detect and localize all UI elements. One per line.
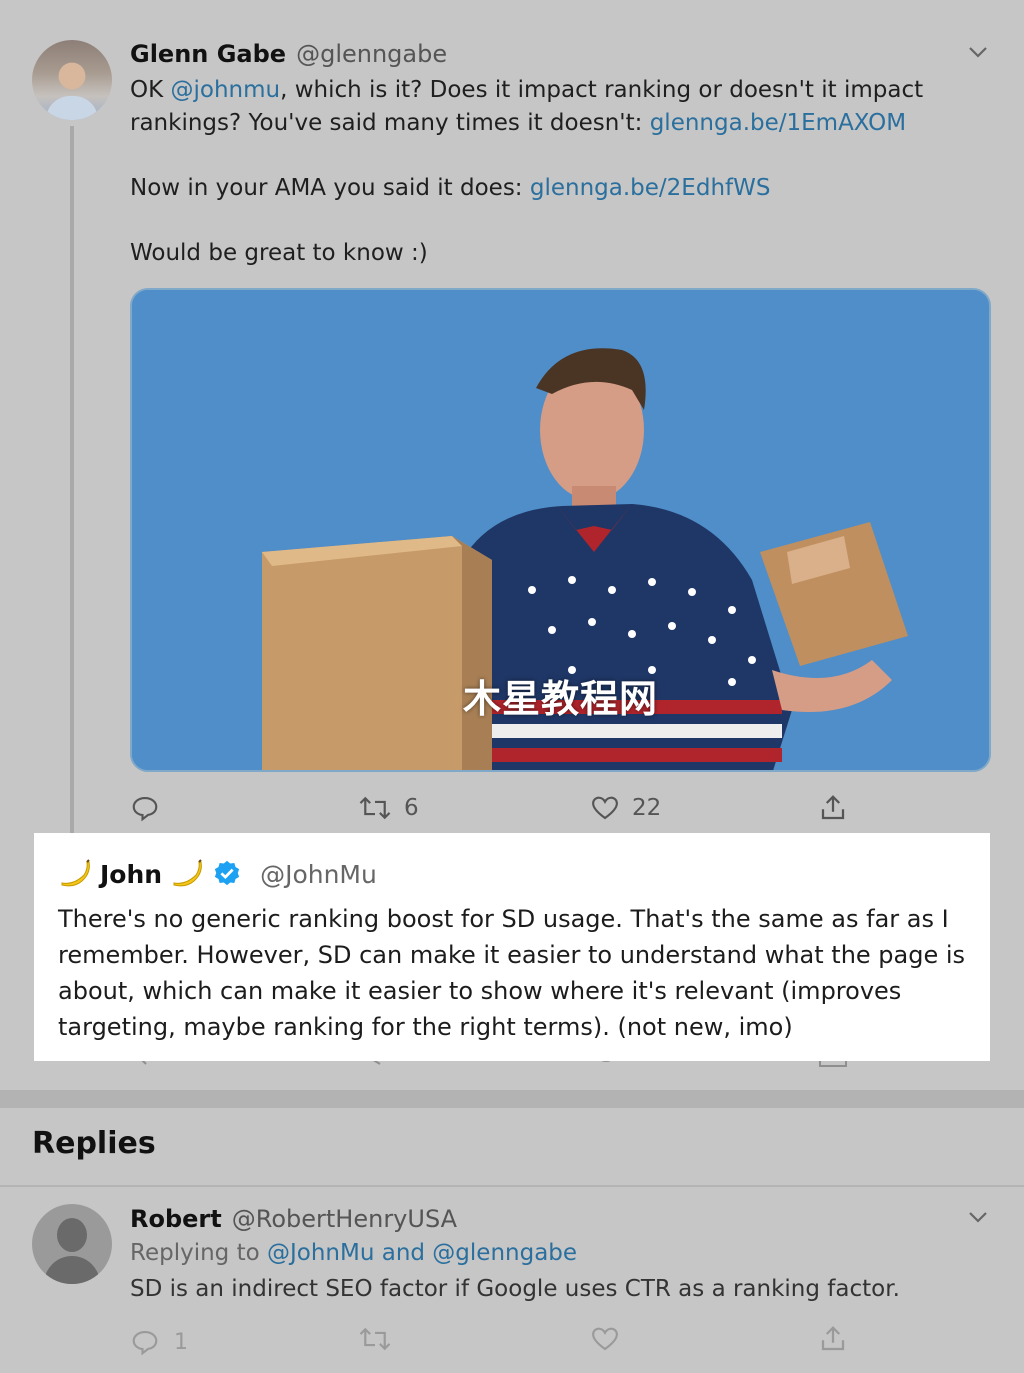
share-button[interactable] [818, 790, 848, 826]
chevron-down-icon[interactable] [966, 40, 990, 64]
share-button[interactable] [818, 1324, 848, 1358]
reply-actions: 1 [130, 1324, 870, 1358]
quote-author-name[interactable]: John [100, 860, 162, 889]
tweet-link-1[interactable]: glennga.be/1EmAXOM [650, 110, 906, 136]
reply-icon [132, 1330, 158, 1356]
tweet-text-segment: Now in your AMA you said it does: [130, 175, 530, 201]
author-avatar[interactable] [32, 40, 112, 120]
section-divider [0, 1090, 1024, 1108]
author-name[interactable]: Glenn Gabe [130, 40, 286, 68]
quoted-tweet-card: John @JohnMu There's no generic ranking … [34, 833, 990, 1061]
tweet-header: Glenn Gabe @glenngabe [130, 40, 447, 72]
like-count: 22 [632, 795, 662, 821]
retweet-count: 6 [404, 795, 419, 821]
author-handle[interactable]: @glenngabe [296, 40, 447, 68]
retweet-icon [359, 1327, 391, 1351]
reply-count: 1 [174, 1329, 188, 1355]
replying-to-users-link[interactable]: @JohnMu and @glenngabe [267, 1240, 577, 1266]
banana-icon [173, 859, 202, 887]
like-button[interactable]: 22 [590, 790, 661, 826]
tweet-text-segment: OK [130, 77, 171, 103]
heart-icon [592, 796, 618, 820]
thread-line [70, 126, 74, 838]
tweet-media-gif[interactable]: 木星教程网 [130, 288, 991, 772]
reply-header: Robert @RobertHenryUSA [130, 1205, 457, 1233]
retweet-icon [359, 796, 391, 820]
reply-icon [132, 796, 158, 822]
tweet-text-segment: Would be great to know :) [130, 240, 428, 266]
like-button[interactable] [590, 1324, 620, 1358]
tweet-text: OK @johnmu, which is it? Does it impact … [130, 74, 990, 302]
verified-badge-icon [214, 860, 240, 886]
share-icon [821, 795, 845, 820]
reply-author-name[interactable]: Robert [130, 1205, 222, 1233]
quote-author-handle[interactable]: @JohnMu [260, 860, 377, 889]
retweet-button[interactable]: 6 [358, 790, 419, 826]
retweet-button[interactable] [358, 1324, 392, 1358]
reply-author-avatar[interactable] [32, 1204, 112, 1284]
watermark-text: 木星教程网 [462, 677, 658, 721]
reply-author-handle[interactable]: @RobertHenryUSA [232, 1205, 457, 1233]
quote-text: There's no generic ranking boost for SD … [58, 905, 966, 1041]
mention-link[interactable]: @johnmu [171, 77, 281, 103]
replies-heading: Replies [32, 1126, 156, 1161]
replying-to-line: Replying to @JohnMu and @glenngabe [130, 1240, 577, 1266]
banana-icon [61, 859, 90, 887]
reply-button[interactable] [130, 790, 160, 826]
divider [0, 1185, 1024, 1187]
replying-to-label: Replying to [130, 1240, 267, 1266]
heart-icon [592, 1327, 618, 1351]
share-icon [821, 1326, 845, 1351]
reply-button[interactable]: 1 [130, 1324, 188, 1360]
chevron-down-icon[interactable] [966, 1205, 990, 1229]
reply-text: SD is an indirect SEO factor if Google u… [130, 1276, 900, 1302]
tweet-actions: 6 22 [130, 790, 870, 826]
quote-header: John @JohnMu [58, 857, 966, 891]
tweet-link-2[interactable]: glennga.be/2EdhfWS [530, 175, 771, 201]
